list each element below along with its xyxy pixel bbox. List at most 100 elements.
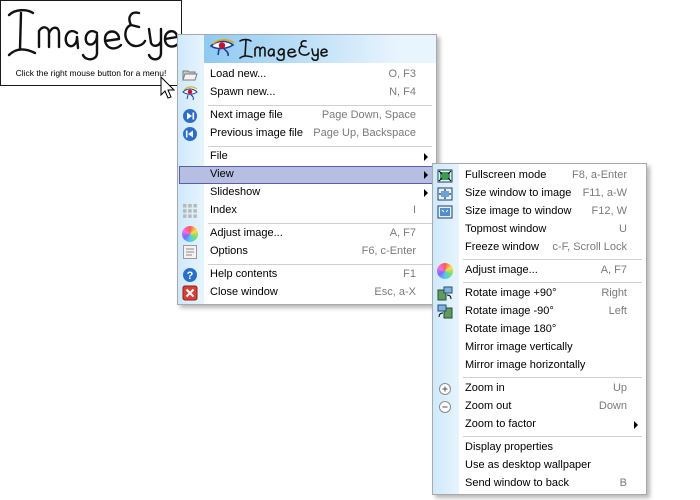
menu-item-rotate-minus-90[interactable]: Rotate image -90° Left [434, 303, 645, 321]
menu-item-fullscreen-mode[interactable]: Fullscreen mode F8, a-Enter [434, 167, 645, 185]
menu-item-rotate-plus-90[interactable]: Rotate image +90° Right [434, 285, 645, 303]
options-icon [183, 245, 197, 259]
svg-text:?: ? [187, 270, 194, 282]
menu-item-spawn-new[interactable]: Spawn new... N, F4 [179, 84, 435, 102]
menu-item-label: Rotate image +90° [465, 287, 557, 299]
menu-separator [463, 436, 642, 437]
menu-item-load-new[interactable]: Load new... O, F3 [179, 66, 435, 84]
menu-item-shortcut: N, F4 [389, 86, 416, 98]
menu-item-shortcut: Left [608, 305, 627, 317]
menu-item-help-contents[interactable]: ? Help contents F1 [179, 266, 435, 284]
menu-item-mirror-horizontally[interactable]: Mirror image horizontally [434, 357, 645, 375]
menu-item-freeze-window[interactable]: Freeze window c-F, Scroll Lock [434, 239, 645, 257]
color-wheel-icon [182, 226, 198, 242]
eye-of-horus-icon [209, 39, 235, 57]
menu-item-shortcut: U [619, 223, 627, 235]
menu-item-rotate-180[interactable]: Rotate image 180° [434, 321, 645, 339]
menu-item-shortcut: Esc, a-X [374, 286, 416, 298]
menu-item-shortcut: A, F7 [600, 264, 627, 276]
image-eye-logo [7, 9, 181, 61]
menu-item-zoom-in[interactable]: Zoom in Up [434, 380, 645, 398]
folder-open-icon [182, 70, 198, 81]
menu-item-zoom-to-factor[interactable]: Zoom to factor [434, 416, 645, 434]
menu-item-label: Fullscreen mode [465, 169, 547, 181]
menu-item-label: Freeze window [465, 241, 539, 253]
menu-item-desktop-wallpaper[interactable]: Use as desktop wallpaper [434, 457, 645, 475]
next-icon [183, 109, 197, 123]
menu-hint-text: Click the right mouse button for a menu! [15, 68, 167, 78]
image-eye-window[interactable]: Click the right mouse button for a menu! [0, 0, 182, 86]
menu-item-label: Zoom in [465, 382, 505, 394]
menu-item-label: Adjust image... [210, 227, 283, 239]
menu-item-adjust-image[interactable]: Adjust image... A, F7 [179, 225, 435, 243]
rotate-ccw-icon [437, 304, 453, 319]
menu-item-shortcut: F11, a-W [582, 187, 627, 199]
submenu-arrow-icon [634, 421, 638, 429]
eye-icon [182, 86, 198, 101]
menu-item-slideshow[interactable]: Slideshow [179, 184, 435, 202]
menu-item-label: Size window to image [465, 187, 572, 199]
menu-item-size-window-to-image[interactable]: Size window to image F11, a-W [434, 185, 645, 203]
zoom-out-icon [439, 401, 451, 413]
menu-item-label: Load new... [210, 68, 267, 80]
menu-item-index[interactable]: Index I [179, 202, 435, 220]
menu-item-mirror-vertically[interactable]: Mirror image vertically [434, 339, 645, 357]
menu-item-send-window-to-back[interactable]: Send window to back B [434, 475, 645, 493]
menu-item-label: Mirror image vertically [465, 341, 573, 353]
menu-item-label: Spawn new... [210, 86, 276, 98]
menu-item-zoom-out[interactable]: Zoom out Down [434, 398, 645, 416]
menu-item-size-image-to-window[interactable]: Size image to window F12, W [434, 203, 645, 221]
menu-item-topmost-window[interactable]: Topmost window U [434, 221, 645, 239]
grid-icon [183, 204, 197, 218]
menu-item-label: Rotate image 180° [465, 323, 557, 335]
menu-item-label: Next image file [210, 109, 283, 121]
menu-item-file[interactable]: File [179, 148, 435, 166]
menu-separator [208, 264, 432, 265]
menu-item-label: Zoom out [465, 400, 512, 412]
menu-item-display-properties[interactable]: Display properties [434, 439, 645, 457]
menu-item-label: Previous image file [210, 127, 303, 139]
context-menu: Load new... O, F3 Spawn new... N, F4 Nex… [177, 34, 437, 305]
menu-item-shortcut: c-F, Scroll Lock [552, 241, 627, 253]
menu-item-previous-image[interactable]: Previous image file Page Up, Backspace [179, 125, 435, 143]
menu-item-label: Zoom to factor [465, 418, 536, 430]
menu-item-shortcut: Right [601, 287, 627, 299]
menu-item-view[interactable]: View [179, 166, 435, 184]
fullscreen-icon [437, 169, 453, 183]
mouse-cursor-icon [160, 76, 176, 99]
menu-item-close-window[interactable]: Close window Esc, a-X [179, 284, 435, 302]
submenu-arrow-icon [424, 189, 428, 197]
menu-separator [463, 259, 642, 260]
menu-item-shortcut: Page Up, Backspace [313, 127, 416, 139]
menu-item-label: Adjust image... [465, 264, 538, 276]
menu-item-shortcut: Page Down, Space [321, 109, 416, 121]
menu-separator [208, 105, 432, 106]
menu-item-label: Index [210, 204, 237, 216]
menu-item-shortcut: I [412, 204, 416, 216]
menu-item-shortcut: Up [612, 382, 627, 394]
menu-item-label: Help contents [210, 268, 278, 280]
menu-item-label: Slideshow [210, 186, 261, 198]
previous-icon [183, 127, 197, 141]
menu-item-next-image[interactable]: Next image file Page Down, Space [179, 107, 435, 125]
submenu-arrow-icon [424, 153, 428, 161]
menu-separator [208, 223, 432, 224]
menu-item-label: Use as desktop wallpaper [465, 459, 591, 471]
zoom-in-icon [439, 383, 451, 395]
menu-item-label: Send window to back [465, 477, 569, 489]
menu-separator [208, 146, 432, 147]
color-wheel-icon [437, 263, 453, 279]
menu-item-shortcut: A, F7 [389, 227, 416, 239]
submenu-arrow-icon [424, 171, 428, 179]
menu-item-shortcut: F8, a-Enter [571, 169, 627, 181]
size-image-icon [437, 205, 453, 219]
menu-item-adjust-image[interactable]: Adjust image... A, F7 [434, 262, 645, 280]
menu-item-shortcut: F12, W [591, 205, 627, 217]
menu-item-label: File [210, 150, 228, 162]
menu-item-label: Size image to window [465, 205, 572, 217]
menu-header-logo [239, 38, 328, 61]
menu-separator [463, 282, 642, 283]
menu-item-shortcut: F1 [403, 268, 416, 280]
menu-item-options[interactable]: Options F6, c-Enter [179, 243, 435, 261]
menu-item-label: Mirror image horizontally [465, 359, 586, 371]
